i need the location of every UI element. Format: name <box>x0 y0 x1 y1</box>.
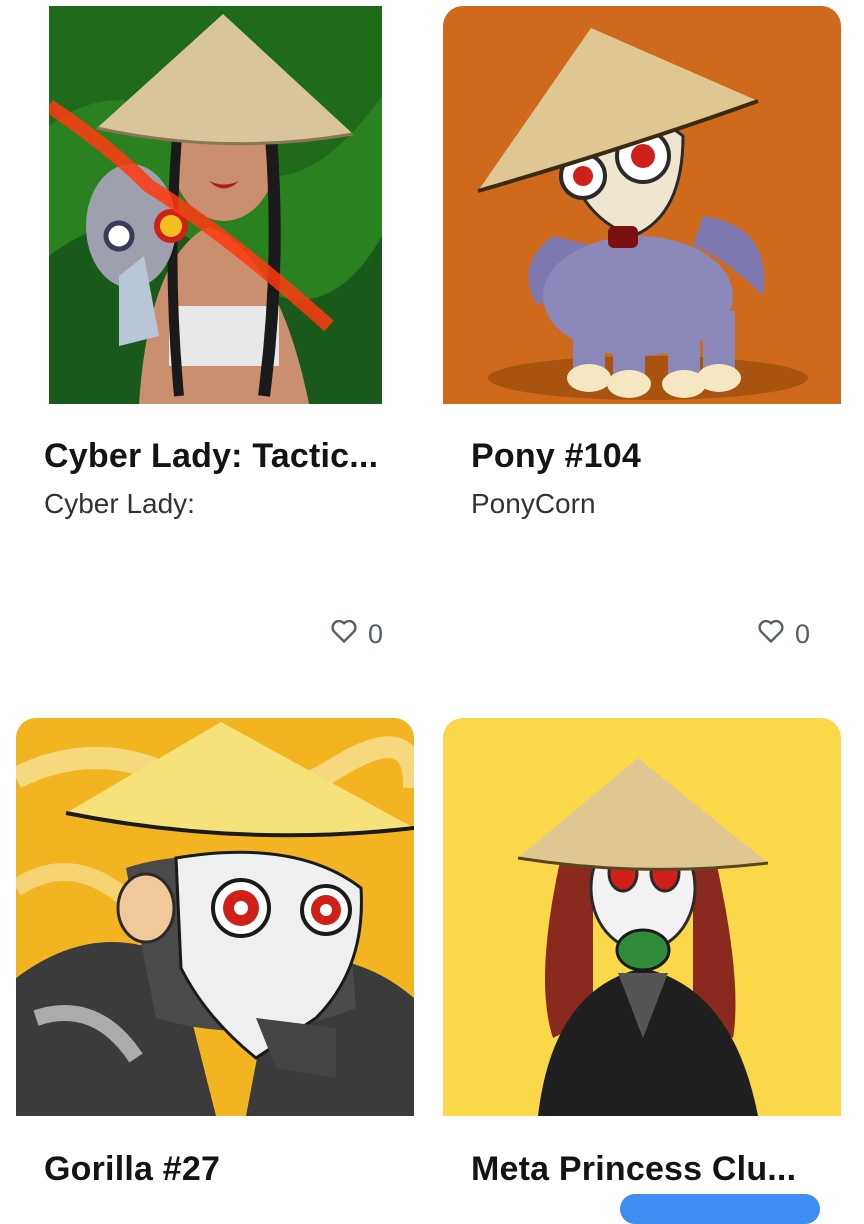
gorilla-artwork[interactable] <box>16 718 414 1116</box>
like-button[interactable]: 0 <box>330 618 383 651</box>
meta-princess-artwork[interactable] <box>443 718 841 1116</box>
card-title[interactable]: Cyber Lady: Tactic... <box>44 437 378 476</box>
card-title[interactable]: Pony #104 <box>471 437 641 476</box>
card-collection[interactable]: Cyber Lady: <box>44 488 195 520</box>
floating-action-pill[interactable] <box>620 1194 820 1224</box>
like-count: 0 <box>795 619 811 649</box>
cyber-lady-artwork[interactable] <box>49 6 382 404</box>
heart-icon <box>757 618 785 651</box>
like-button[interactable]: 0 <box>757 618 810 651</box>
card-title[interactable]: Gorilla #27 <box>44 1150 220 1189</box>
pony-artwork[interactable] <box>443 6 841 404</box>
card-title[interactable]: Meta Princess Clu... <box>471 1150 796 1189</box>
card-collection[interactable]: PonyCorn <box>471 488 596 520</box>
like-count: 0 <box>368 619 384 649</box>
heart-icon <box>330 618 358 651</box>
